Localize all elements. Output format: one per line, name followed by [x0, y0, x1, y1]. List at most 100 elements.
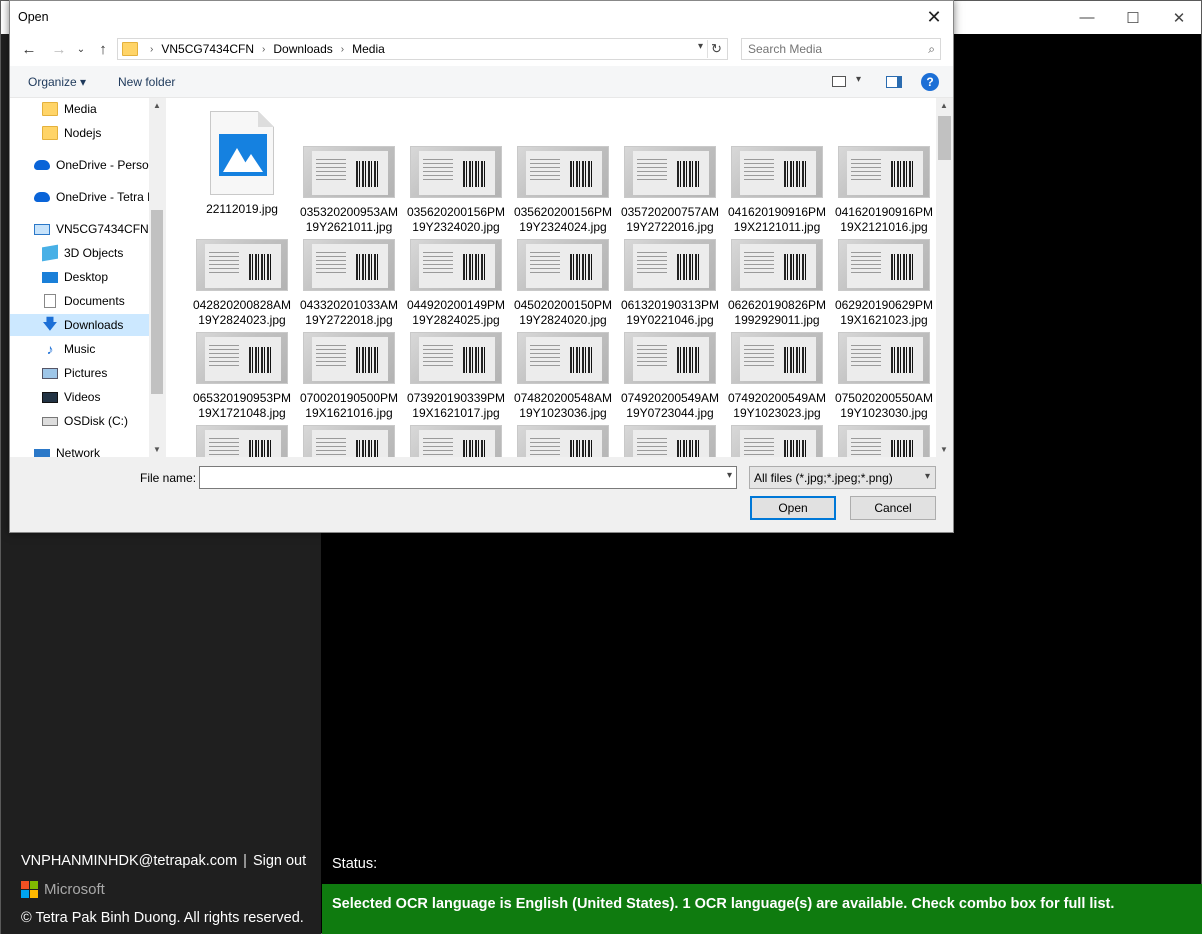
user-line: VNPHANMINHDK@tetrapak.com | Sign out [21, 853, 306, 869]
file-item[interactable]: 035720200757AM 19Y2722016.jpg [618, 146, 722, 235]
desktop-icon [42, 271, 58, 283]
tree-item-3d-objects[interactable]: 3D Objects [42, 242, 165, 264]
file-name: 044920200149PM 19Y2824025.jpg [404, 298, 508, 328]
image-thumbnail [303, 425, 395, 457]
file-item[interactable]: 061320190313PM 19Y0221046.jpg [618, 239, 722, 328]
up-arrow-icon[interactable]: ↑ [92, 39, 114, 59]
file-item[interactable]: 062620190826PM 1992929011.jpg [725, 239, 829, 328]
search-box[interactable]: ⌕ [741, 38, 941, 60]
tree-item-network[interactable]: Network [34, 442, 165, 457]
file-name: 062620190826PM 1992929011.jpg [725, 298, 829, 328]
breadcrumb-item[interactable]: Downloads [273, 42, 332, 56]
file-item[interactable]: 074920200549AM 19Y0723044.jpg [618, 332, 722, 421]
file-name-line: 035620200156PM [513, 205, 613, 219]
refresh-icon[interactable]: ↻ [707, 40, 725, 58]
tree-item-label: Videos [64, 390, 101, 404]
file-item[interactable]: 043320201033AM 19Y2722018.jpg [297, 239, 401, 328]
tree-item-downloads[interactable]: 🡇 Downloads [10, 314, 149, 336]
file-item[interactable] [404, 425, 508, 457]
chevron-down-icon[interactable]: ▾ [727, 470, 732, 481]
file-item[interactable]: 041620190916PM 19X2121011.jpg [725, 146, 829, 235]
file-item[interactable]: 035620200156PM 19Y2324024.jpg [511, 146, 615, 235]
scrollbar-thumb[interactable] [938, 116, 951, 160]
image-thumbnail [731, 146, 823, 198]
breadcrumb-item[interactable]: Media [352, 42, 385, 56]
dialog-close-button[interactable]: ✕ [919, 3, 949, 31]
file-name: 035720200757AM 19Y2722016.jpg [618, 205, 722, 235]
file-item[interactable] [297, 425, 401, 457]
file-item[interactable]: 065320190953PM 19X1721048.jpg [190, 332, 294, 421]
preview-pane-icon[interactable] [886, 76, 902, 88]
file-item[interactable] [832, 425, 936, 457]
file-item[interactable]: 062920190629PM 19X1621023.jpg [832, 239, 936, 328]
chevron-down-icon[interactable]: ▾ [856, 74, 861, 85]
image-thumbnail [517, 146, 609, 198]
file-item[interactable] [618, 425, 722, 457]
recent-locations-icon[interactable]: ⌄ [70, 39, 92, 59]
tree-item-onedrive-tetra[interactable]: OneDrive - Tetra P [34, 186, 165, 208]
file-item[interactable]: 041620190916PM 19X2121016.jpg [832, 146, 936, 235]
tree-item-nodejs[interactable]: Nodejs [42, 122, 165, 144]
file-item[interactable]: 074820200548AM 19Y1023036.jpg [511, 332, 615, 421]
file-item[interactable] [190, 425, 294, 457]
file-name: 061320190313PM 19Y0221046.jpg [618, 298, 722, 328]
navigation-scrollbar[interactable]: ▲ ▼ [149, 98, 165, 457]
file-name-line: 065320190953PM [192, 391, 292, 405]
image-thumbnail [838, 425, 930, 457]
file-item[interactable]: 035320200953AM 19Y2621011.jpg [297, 146, 401, 235]
file-item[interactable] [725, 425, 829, 457]
tree-item-pictures[interactable]: Pictures [42, 362, 165, 384]
file-list-scrollbar[interactable]: ▲ ▼ [936, 98, 953, 457]
file-name-line: 19X1621017.jpg [412, 406, 500, 420]
file-item[interactable]: 045020200150PM 19Y2824020.jpg [511, 239, 615, 328]
file-item[interactable] [511, 425, 615, 457]
scroll-up-icon[interactable]: ▲ [149, 98, 165, 112]
network-icon [34, 448, 50, 457]
tree-item-videos[interactable]: Videos [42, 386, 165, 408]
new-folder-button[interactable]: New folder [118, 75, 175, 89]
tree-item-this-pc[interactable]: VN5CG7434CFN [34, 218, 165, 240]
chevron-down-icon[interactable]: ▾ [698, 41, 703, 52]
scroll-down-icon[interactable]: ▼ [936, 442, 952, 456]
image-thumbnail [410, 332, 502, 384]
address-bar[interactable]: › VN5CG7434CFN › Downloads › Media ▾ ↻ [117, 38, 728, 60]
file-item[interactable]: 044920200149PM 19Y2824025.jpg [404, 239, 508, 328]
tree-item-label: Pictures [64, 366, 108, 380]
open-button[interactable]: Open [750, 496, 836, 520]
file-item[interactable]: 073920190339PM 19X1621017.jpg [404, 332, 508, 421]
file-item[interactable]: 035620200156PM 19Y2324020.jpg [404, 146, 508, 235]
scroll-up-icon[interactable]: ▲ [936, 98, 952, 112]
file-name-input[interactable] [200, 467, 715, 488]
scrollbar-thumb[interactable] [151, 210, 163, 394]
tree-item-music[interactable]: ♪ Music [42, 338, 165, 360]
file-item[interactable]: 075020200550AM 19Y1023030.jpg [832, 332, 936, 421]
breadcrumb-item[interactable]: VN5CG7434CFN [161, 42, 254, 56]
file-name-combobox[interactable]: ▾ [199, 466, 737, 489]
file-item[interactable]: 042820200828AM 19Y2824023.jpg [190, 239, 294, 328]
tree-item-documents[interactable]: Documents [42, 290, 165, 312]
maximize-button[interactable]: ☐ [1110, 1, 1156, 34]
search-icon[interactable]: ⌕ [928, 42, 935, 57]
tree-item-media[interactable]: Media [42, 98, 165, 120]
forward-arrow-icon[interactable]: → [48, 39, 70, 59]
close-app-button[interactable]: ✕ [1156, 1, 1202, 34]
file-type-filter[interactable]: All files (*.jpg;*.jpeg;*.png) ▾ [749, 466, 936, 489]
sign-out-link[interactable]: Sign out [253, 853, 306, 869]
change-view-icon[interactable] [832, 76, 846, 87]
cancel-button[interactable]: Cancel [850, 496, 936, 520]
help-icon[interactable]: ? [921, 73, 939, 91]
minimize-button[interactable]: — [1064, 1, 1110, 34]
organize-menu[interactable]: Organize ▾ [28, 75, 86, 89]
file-item[interactable]: 070020190500PM 19X1621016.jpg [297, 332, 401, 421]
tree-item-osdisk[interactable]: OSDisk (C:) [42, 410, 165, 432]
breadcrumb-separator: › [150, 43, 154, 55]
file-item[interactable]: 22112019.jpg [190, 111, 294, 217]
tree-item-desktop[interactable]: Desktop [42, 266, 165, 288]
back-arrow-icon[interactable]: ← [18, 39, 40, 59]
search-input[interactable] [742, 39, 912, 59]
file-name: 042820200828AM 19Y2824023.jpg [190, 298, 294, 328]
file-item[interactable]: 074920200549AM 19Y1023023.jpg [725, 332, 829, 421]
chevron-down-icon[interactable]: ▾ [925, 471, 930, 482]
scroll-down-icon[interactable]: ▼ [149, 442, 165, 456]
tree-item-onedrive-personal[interactable]: OneDrive - Person [34, 154, 165, 176]
